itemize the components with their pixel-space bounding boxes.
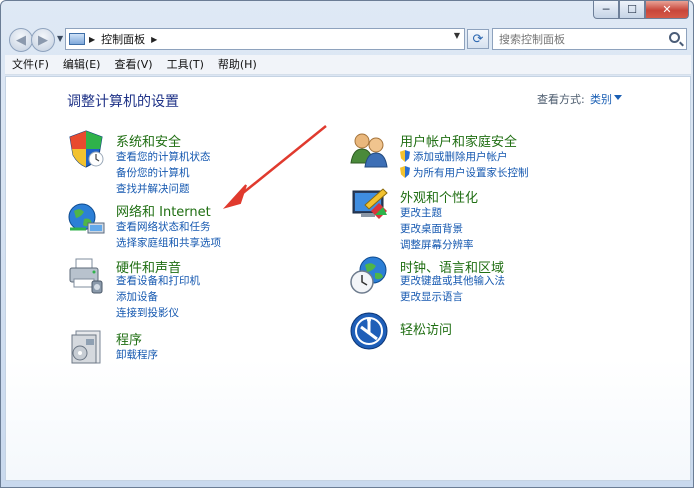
link-add-remove-accounts[interactable]: 添加或删除用户帐户: [400, 149, 508, 164]
clock-globe-icon[interactable]: [349, 255, 389, 295]
view-by-dropdown-arrow-icon[interactable]: [614, 95, 622, 100]
menu-help[interactable]: 帮助(H): [211, 55, 264, 75]
search-icon[interactable]: [669, 32, 680, 43]
category-title-programs[interactable]: 程序: [116, 329, 142, 348]
navigation-bar: ◀ ▶ ▼ ▶ 控制面板 ▶ ▼ ⟳: [1, 25, 693, 53]
address-dropdown-icon[interactable]: ▼: [454, 31, 460, 40]
link-add-device[interactable]: 添加设备: [116, 289, 158, 304]
link-uninstall-program[interactable]: 卸载程序: [116, 347, 158, 362]
link-change-theme[interactable]: 更改主题: [400, 205, 442, 220]
category-title-ease-of-access[interactable]: 轻松访问: [400, 319, 452, 338]
view-by-label: 查看方式:: [537, 93, 585, 106]
category-title-appearance[interactable]: 外观和个性化: [400, 187, 478, 206]
link-view-devices-printers[interactable]: 查看设备和打印机: [116, 273, 200, 288]
menu-file[interactable]: 文件(F): [5, 55, 56, 75]
menu-tools[interactable]: 工具(T): [160, 55, 211, 75]
link-parental-controls[interactable]: 为所有用户设置家长控制: [400, 165, 529, 180]
caption-buttons: ─ ☐ ✕: [593, 1, 689, 19]
maximize-button[interactable]: ☐: [619, 1, 645, 19]
security-shield-icon[interactable]: [66, 129, 106, 169]
content-pane: 调整计算机的设置 查看方式: 类别 系统和安全 查看您的计算机状态 备份您的计算…: [5, 76, 691, 481]
ease-of-access-icon[interactable]: [349, 311, 389, 351]
menu-view[interactable]: 查看(V): [107, 55, 159, 75]
breadcrumb-chevron-icon[interactable]: ▶: [89, 35, 95, 44]
link-view-computer-status[interactable]: 查看您的计算机状态: [116, 149, 211, 164]
link-label: 为所有用户设置家长控制: [413, 167, 529, 179]
refresh-button[interactable]: ⟳: [467, 29, 489, 49]
control-panel-window: ─ ☐ ✕ ◀ ▶ ▼ ▶ 控制面板 ▶ ▼ ⟳ 文件(F) 编辑(E) 查看(…: [0, 0, 694, 488]
menu-bar: 文件(F) 编辑(E) 查看(V) 工具(T) 帮助(H): [5, 55, 691, 75]
users-icon[interactable]: [349, 129, 389, 169]
breadcrumb-control-panel[interactable]: 控制面板: [101, 31, 145, 47]
category-title-network-internet[interactable]: 网络和 Internet: [116, 201, 211, 220]
appearance-icon[interactable]: [349, 185, 389, 225]
address-bar[interactable]: ▶ 控制面板 ▶ ▼: [65, 28, 465, 50]
search-box[interactable]: [492, 28, 687, 50]
menu-edit[interactable]: 编辑(E): [56, 55, 108, 75]
uac-shield-icon: [400, 150, 410, 162]
search-input[interactable]: [499, 32, 669, 46]
forward-button[interactable]: ▶: [31, 28, 55, 52]
category-title-user-accounts[interactable]: 用户帐户和家庭安全: [400, 131, 517, 150]
uac-shield-icon: [400, 166, 410, 178]
link-adjust-resolution[interactable]: 调整屏幕分辨率: [400, 237, 474, 252]
network-globe-icon[interactable]: [66, 199, 106, 239]
control-panel-icon: [69, 33, 85, 45]
link-find-fix-problems[interactable]: 查找并解决问题: [116, 181, 190, 196]
link-change-display-language[interactable]: 更改显示语言: [400, 289, 463, 304]
link-backup-computer[interactable]: 备份您的计算机: [116, 165, 190, 180]
recent-pages-dropdown-icon[interactable]: ▼: [57, 34, 63, 43]
page-title: 调整计算机的设置: [67, 94, 179, 110]
link-view-network-status[interactable]: 查看网络状态和任务: [116, 219, 211, 234]
link-label: 添加或删除用户帐户: [413, 151, 508, 163]
printer-icon[interactable]: [66, 255, 106, 295]
programs-icon[interactable]: [66, 327, 106, 367]
minimize-button[interactable]: ─: [593, 1, 619, 19]
back-button[interactable]: ◀: [9, 28, 33, 52]
link-change-keyboard-input[interactable]: 更改键盘或其他输入法: [400, 273, 505, 288]
link-change-desktop-background[interactable]: 更改桌面背景: [400, 221, 463, 236]
link-homegroup-sharing[interactable]: 选择家庭组和共享选项: [116, 235, 221, 250]
close-button[interactable]: ✕: [645, 1, 689, 19]
title-bar[interactable]: ─ ☐ ✕: [1, 1, 693, 23]
breadcrumb-chevron-icon[interactable]: ▶: [151, 35, 157, 44]
view-by-dropdown[interactable]: 类别: [590, 91, 612, 107]
link-connect-projector[interactable]: 连接到投影仪: [116, 305, 179, 320]
category-title-system-security[interactable]: 系统和安全: [116, 131, 181, 150]
